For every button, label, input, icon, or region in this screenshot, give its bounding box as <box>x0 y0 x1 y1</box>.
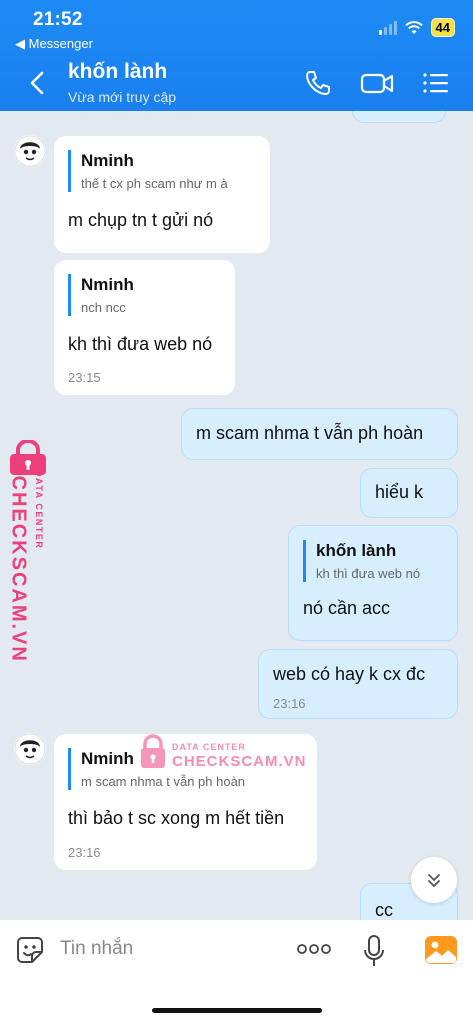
quote-author: Nminh <box>81 275 134 294</box>
quoted-reply[interactable]: Nminh nch ncc <box>68 274 134 316</box>
message-text: kh thì đưa web nó <box>68 334 213 354</box>
quote-text: kh thì đưa web nó <box>316 566 421 581</box>
status-time: 21:52 <box>33 9 83 30</box>
lock-logo-icon <box>141 734 165 768</box>
quote-text: m scam nhma t vẫn ph hoàn <box>81 774 246 789</box>
message-time: 23:15 <box>68 370 101 385</box>
message-bubble-incoming[interactable]: Nminh thế t cx ph scam như m à m chụp tn… <box>54 136 270 253</box>
scroll-to-bottom-button[interactable] <box>411 857 457 903</box>
message-bubble-incoming[interactable]: Nminh nch ncc kh thì đưa web nó 23:15 <box>54 260 235 395</box>
contact-name[interactable]: khốn lành <box>68 60 167 84</box>
wifi-icon <box>404 20 423 34</box>
image-icon[interactable] <box>424 935 458 965</box>
message-text: web có hay k cx đc <box>273 664 426 684</box>
mic-icon[interactable] <box>362 934 386 968</box>
watermark-brand-vertical: CHECKSCAM.VN <box>7 475 30 663</box>
watermark-tag-vertical: DATA CENTER <box>34 470 44 550</box>
message-input[interactable]: Tin nhắn <box>60 938 133 960</box>
message-bubble-outgoing[interactable] <box>352 111 446 123</box>
quote-text: nch ncc <box>81 300 126 315</box>
message-text: m scam nhma t vẫn ph hoàn <box>196 423 424 443</box>
message-text: cc <box>375 900 393 920</box>
avatar-face-icon <box>14 733 46 765</box>
quoted-reply[interactable]: khốn lành kh thì đưa web nó <box>303 540 420 582</box>
message-bubble-outgoing[interactable]: hiểu k <box>360 468 458 518</box>
watermark-side: CHECKSCAM.VN DATA CENTER <box>4 440 54 663</box>
quote-text: thế t cx ph scam như m à <box>81 176 228 191</box>
back-icon[interactable] <box>26 70 50 96</box>
watermark-center: DATA CENTER CHECKSCAM.VN <box>140 734 306 774</box>
phone-icon[interactable] <box>303 68 333 98</box>
watermark-brand: CHECKSCAM.VN <box>172 753 307 770</box>
home-indicator <box>152 1008 322 1013</box>
message-time: 23:16 <box>68 845 101 860</box>
signal-icon <box>378 20 397 35</box>
message-text: m chụp tn t gửi nó <box>68 210 214 230</box>
quoted-reply[interactable]: Nminh thế t cx ph scam như m à <box>68 150 228 192</box>
back-to-app-link[interactable]: ◀ Messenger <box>15 36 93 52</box>
avatar-face-icon <box>14 135 46 167</box>
more-icon[interactable] <box>296 942 332 956</box>
quote-author: khốn lành <box>316 541 397 560</box>
watermark-tag: DATA CENTER <box>172 742 246 752</box>
message-bubble-outgoing[interactable]: web có hay k cx đc 23:16 <box>258 649 458 719</box>
message-text: nó cần acc <box>303 598 391 618</box>
avatar[interactable] <box>14 135 46 167</box>
message-time: 23:16 <box>273 696 306 711</box>
message-text: thì bảo t sc xong m hết tiền <box>68 808 285 828</box>
chevron-down-icon <box>428 874 440 888</box>
menu-icon[interactable] <box>421 68 451 98</box>
message-list[interactable]: Nminh thế t cx ph scam như m à m chụp tn… <box>0 111 473 920</box>
sticker-icon[interactable] <box>14 934 46 966</box>
video-icon[interactable] <box>360 68 394 98</box>
avatar[interactable] <box>14 733 46 765</box>
chat-header: 21:52 ◀ Messenger 44 khốn lành Vừa mới t… <box>0 0 473 111</box>
last-seen-status: Vừa mới truy cập <box>68 89 177 105</box>
quote-author: Nminh <box>81 151 134 170</box>
message-text: hiểu k <box>375 482 424 502</box>
message-bubble-outgoing[interactable]: m scam nhma t vẫn ph hoàn <box>181 408 458 460</box>
status-indicators: 44 <box>378 18 455 37</box>
battery-indicator: 44 <box>430 18 455 37</box>
message-bubble-outgoing[interactable]: khốn lành kh thì đưa web nó nó cần acc <box>288 525 458 641</box>
